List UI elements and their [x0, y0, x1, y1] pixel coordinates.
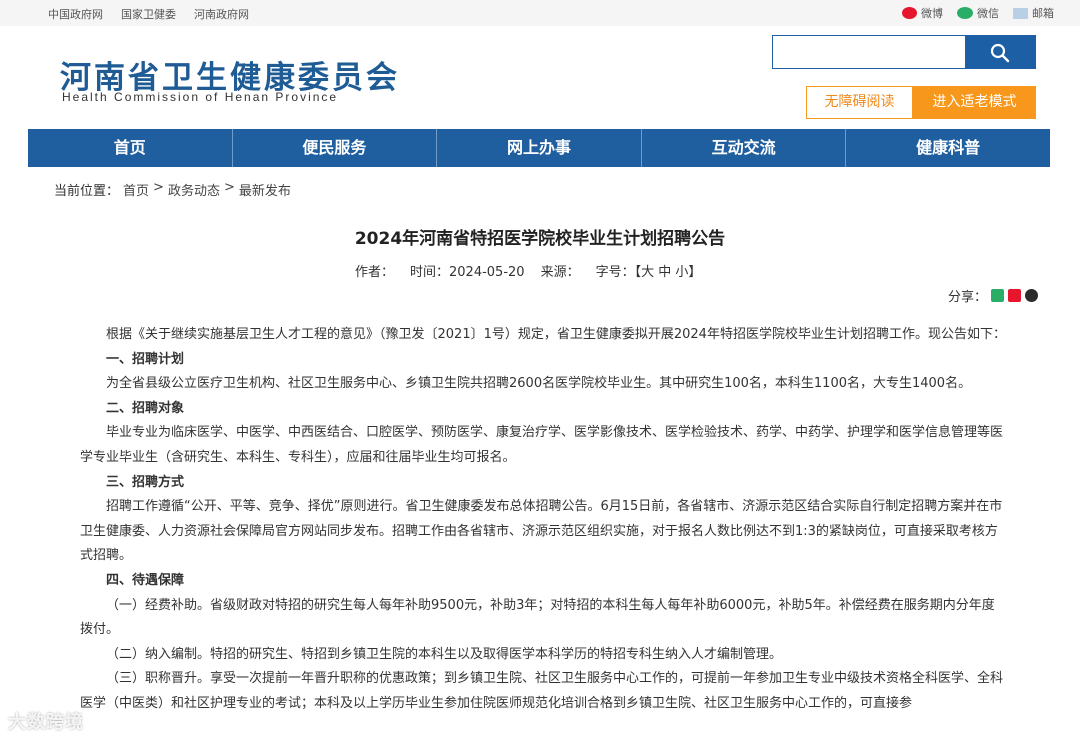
- breadcrumb-separator: >: [223, 180, 235, 195]
- share-label: 分享：: [948, 290, 988, 305]
- top-bar: 中国政府网 国家卫健委 河南政府网 微博 微信 邮箱: [0, 0, 1080, 26]
- search-input[interactable]: [773, 36, 965, 68]
- article-title: 2024年河南省特招医学院校毕业生计划招聘公告: [354, 229, 726, 249]
- breadcrumb-prefix: 当前位置：: [54, 184, 120, 199]
- breadcrumb: 当前位置： 首页 > 政务动态 > 最新发布: [54, 180, 291, 199]
- article-paragraph: 招聘工作遵循“公开、平等、竞争、择优”原则进行。省卫生健康委发布总体招聘公告。6…: [80, 499, 1003, 564]
- mail-link[interactable]: 邮箱: [1013, 5, 1054, 21]
- top-links: 中国政府网 国家卫健委 河南政府网: [48, 6, 249, 22]
- breadcrumb-separator: >: [153, 180, 164, 195]
- section-heading: 一、招聘计划: [106, 351, 185, 367]
- weibo-share-icon[interactable]: [1008, 289, 1022, 302]
- wechat-share-icon[interactable]: [991, 289, 1005, 302]
- main-nav: 首页 便民服务 网上办事 互动交流 健康科普: [28, 129, 1050, 167]
- article-paragraph: 为全省县级公立医疗卫生机构、社区卫生服务中心、乡镇卫生院共招聘2600名医学院校…: [106, 376, 972, 392]
- wechat-label: 微信: [977, 7, 999, 20]
- nav-home[interactable]: 首页: [28, 129, 233, 167]
- watermark: 大数跨境: [8, 712, 84, 733]
- article-paragraph: （一）经费补助。省级财政对特招的研究生每人每年补助9500元，补助3年；对特招的…: [80, 597, 995, 638]
- section-heading: 四、待遇保障: [106, 572, 185, 588]
- font-size-switch[interactable]: 字号：【大 中 小】: [596, 261, 702, 280]
- article-paragraph: 根据《关于继续实施基层卫生人才工程的意见》（豫卫发〔2021〕1号）规定，省卫生…: [106, 327, 1006, 342]
- top-link-henan-gov[interactable]: 河南政府网: [194, 6, 249, 22]
- social-links: 微博 微信 邮箱: [902, 5, 1054, 21]
- nav-interaction[interactable]: 互动交流: [642, 129, 847, 167]
- article-body: 根据《关于继续实施基层卫生人才工程的意见》（豫卫发〔2021〕1号）规定，省卫生…: [80, 323, 1006, 717]
- qq-share-icon[interactable]: [1025, 289, 1039, 302]
- wechat-link[interactable]: 微信: [957, 5, 999, 21]
- accessible-reading-button[interactable]: 无障碍阅读: [806, 86, 913, 119]
- site-logo-subtitle: Health Commission of Henan Province: [62, 90, 339, 104]
- top-link-gov[interactable]: 中国政府网: [48, 6, 103, 22]
- article-author: 作者：: [355, 265, 395, 280]
- search-icon: [990, 43, 1010, 63]
- article-source: 来源：: [540, 265, 580, 280]
- article-paragraph: （三）职称晋升。享受一次提前一年晋升职称的优惠政策；到乡镇卫生院、社区卫生服务中…: [80, 671, 1004, 711]
- mail-label: 邮箱: [1032, 7, 1054, 20]
- search-button[interactable]: [965, 36, 1035, 68]
- top-link-nhc[interactable]: 国家卫健委: [121, 6, 176, 22]
- elder-mode-button[interactable]: 进入适老模式: [913, 86, 1036, 119]
- article-time: 时间：2024-05-20: [410, 265, 525, 280]
- section-heading: 二、招聘对象: [106, 400, 185, 416]
- nav-health-science[interactable]: 健康科普: [846, 129, 1050, 167]
- breadcrumb-latest[interactable]: 最新发布: [239, 180, 291, 199]
- breadcrumb-news[interactable]: 政务动态: [168, 180, 220, 199]
- search-box: [772, 35, 1036, 69]
- article-paragraph: （二）纳入编制。特招的研究生、特招到乡镇卫生院的本科生以及取得医学本科学历的特招…: [106, 646, 783, 662]
- weibo-label: 微博: [921, 7, 943, 20]
- article-meta: 作者： 时间：2024-05-20 来源： 字号：【大 中 小】: [355, 261, 701, 280]
- section-heading: 三、招聘方式: [106, 474, 185, 490]
- wechat-icon: [957, 7, 973, 19]
- weibo-link[interactable]: 微博: [902, 5, 943, 21]
- article-paragraph: 毕业专业为临床医学、中医学、中西医结合、口腔医学、预防医学、康复治疗学、医学影像…: [80, 425, 1004, 465]
- mail-icon: [1013, 7, 1028, 19]
- nav-services[interactable]: 便民服务: [233, 129, 438, 167]
- nav-online-affairs[interactable]: 网上办事: [437, 129, 642, 167]
- weibo-icon: [902, 7, 917, 19]
- breadcrumb-home[interactable]: 首页: [123, 180, 149, 199]
- share-bar: 分享：: [948, 286, 1039, 305]
